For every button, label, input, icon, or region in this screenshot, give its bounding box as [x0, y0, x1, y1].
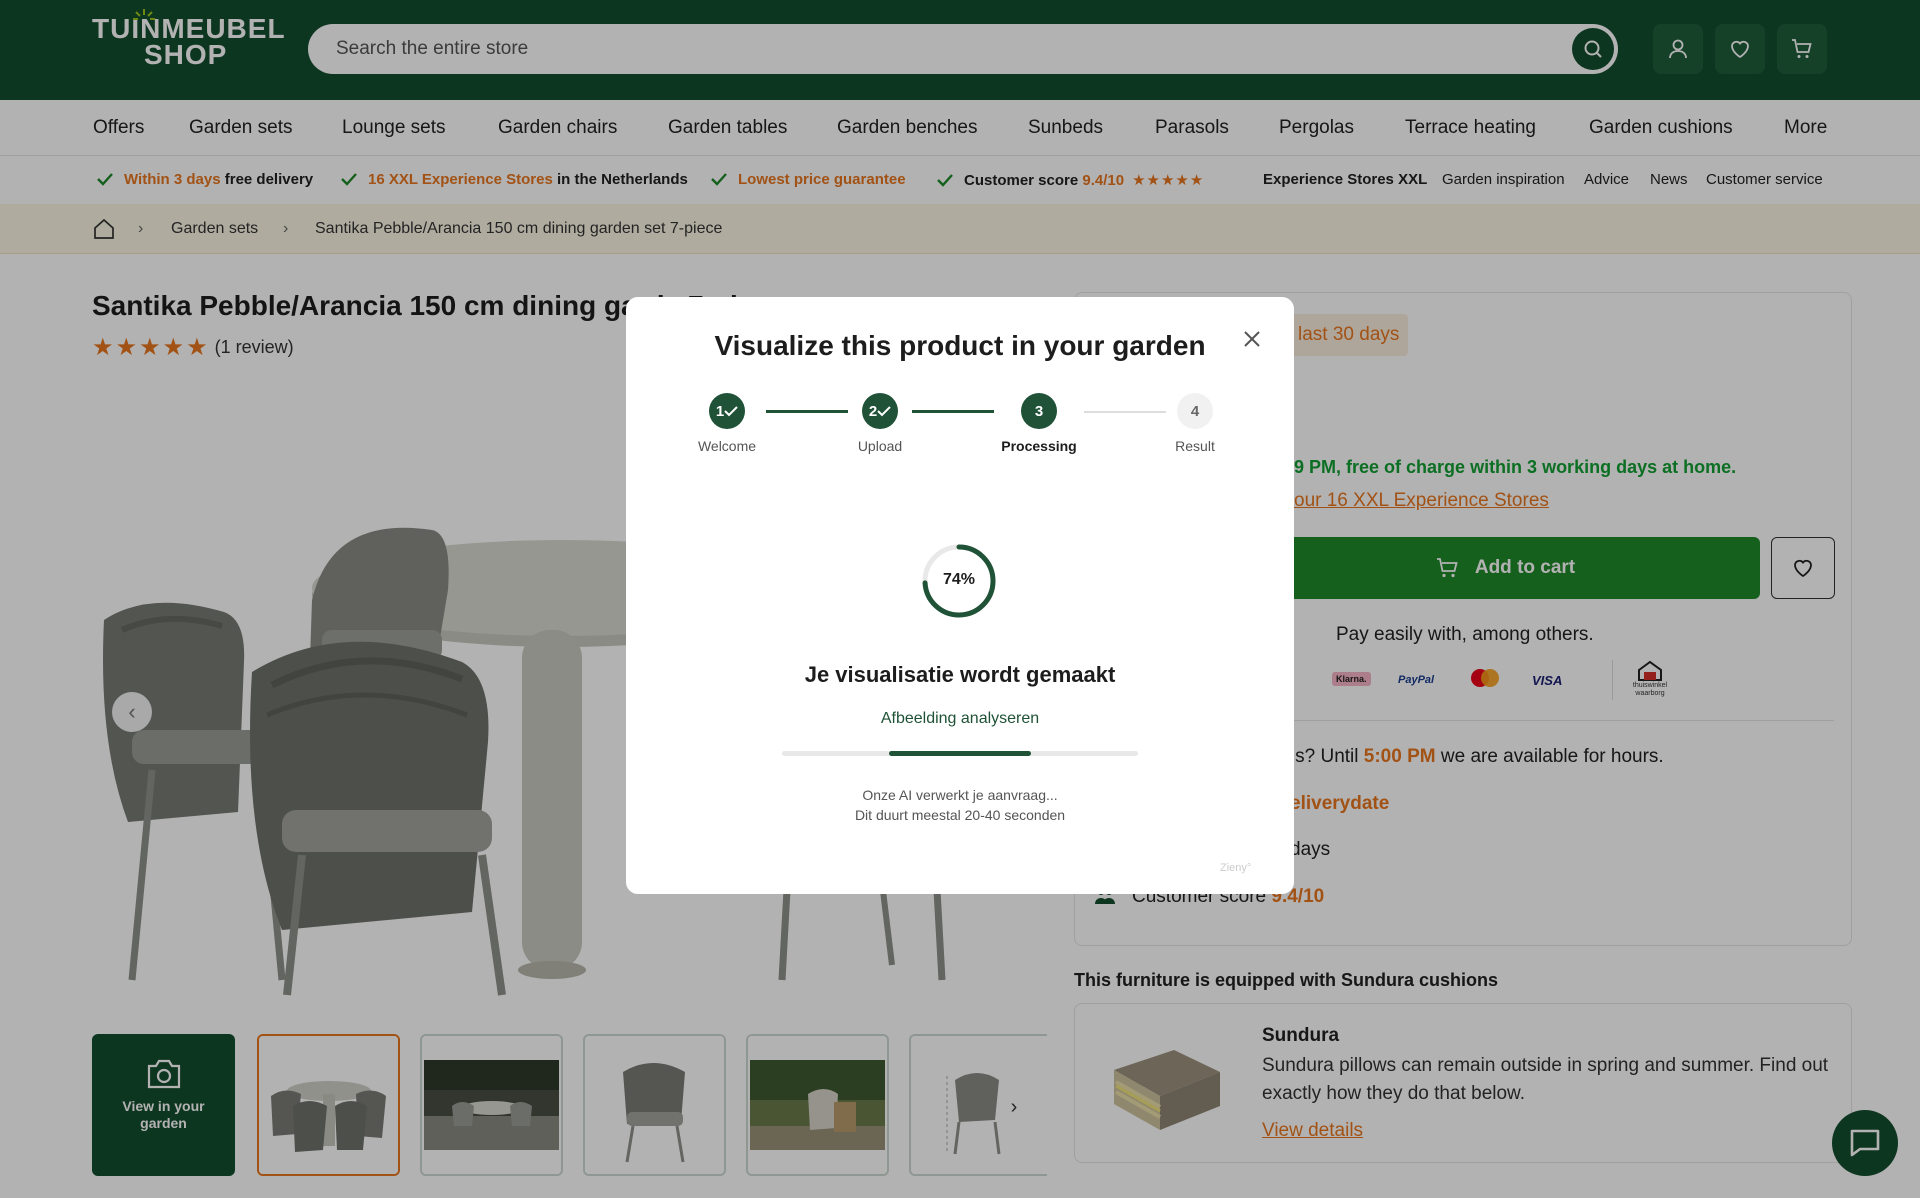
step-1-label: Welcome	[697, 438, 757, 454]
close-icon	[1244, 331, 1260, 347]
step-3-label: Processing	[1001, 438, 1077, 454]
step-1-welcome: 1	[709, 393, 745, 429]
step-2-label: Upload	[857, 438, 903, 454]
step-4-label: Result	[1175, 438, 1215, 454]
step-connector-2	[912, 410, 994, 413]
checkmark-icon	[724, 406, 738, 417]
step-3-processing: 3	[1021, 393, 1057, 429]
processing-status: Afbeelding analyseren	[880, 710, 1040, 727]
step-4-result: 4	[1177, 393, 1213, 429]
checkmark-icon	[877, 406, 891, 417]
progress-bar-fill	[888, 751, 1032, 756]
visualize-modal: Visualize this product in your garden 1 …	[626, 297, 1294, 894]
step-connector-3	[1084, 411, 1166, 413]
step-2-number: 2	[868, 402, 878, 420]
processing-note-2: Dit duurt meestal 20-40 seconden	[854, 807, 1066, 823]
modal-close-button[interactable]	[1238, 325, 1266, 353]
provider-brand: Zieny°	[1220, 862, 1252, 874]
modal-title: Visualize this product in your garden	[714, 330, 1206, 361]
step-2-upload: 2	[862, 393, 898, 429]
step-1-number: 1	[715, 402, 725, 420]
step-connector-1	[766, 410, 848, 413]
processing-note-1: Onze AI verwerkt je aanvraag...	[862, 787, 1058, 803]
progress-percent: 74%	[942, 571, 976, 588]
processing-title: Je visualisatie wordt gemaakt	[804, 662, 1116, 687]
